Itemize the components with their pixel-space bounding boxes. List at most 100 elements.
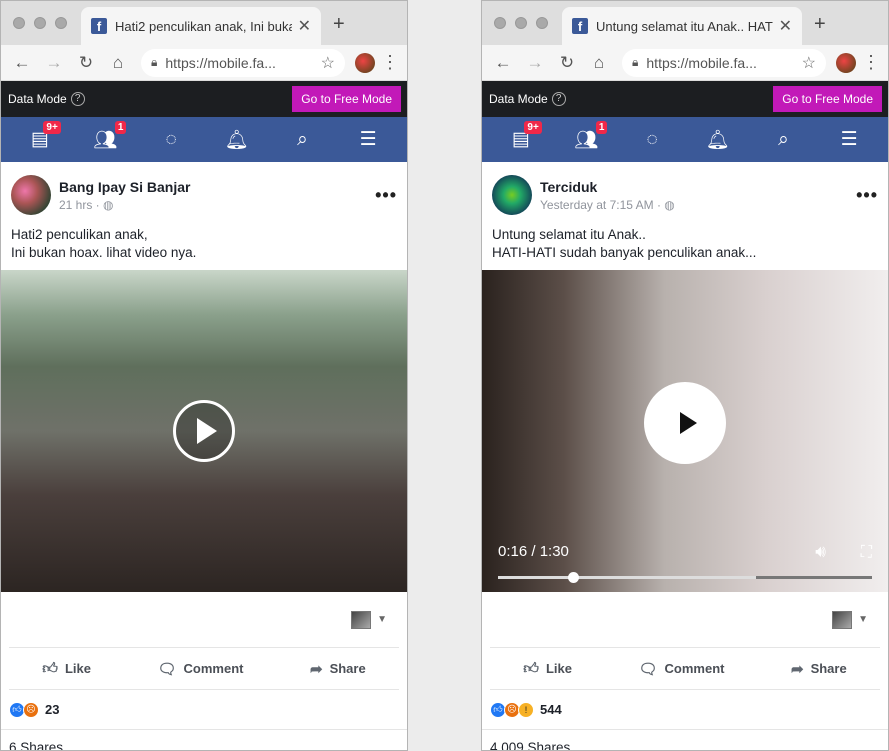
share-as-thumbnail[interactable] xyxy=(351,610,372,629)
like-label: Like xyxy=(64,661,91,676)
tab-title: Untung selamat itu Anak.. HAT xyxy=(596,18,773,34)
volume-icon[interactable]: 🔊︎ xyxy=(815,542,826,562)
browser-menu-icon[interactable]: ⋮ xyxy=(862,52,880,73)
messenger-icon[interactable]: ◌ xyxy=(637,129,667,151)
video-seekbar[interactable] xyxy=(498,572,872,583)
home-icon[interactable]: ⌂ xyxy=(586,53,612,73)
browser-tab[interactable]: f Hati2 penculikan anak, Ini buka ✕ xyxy=(81,7,321,45)
share-count[interactable]: 4,009 Shares xyxy=(482,730,888,751)
back-arrow-icon[interactable]: ← xyxy=(9,53,35,73)
post-time[interactable]: 21 hrs · ◍ xyxy=(59,198,190,212)
close-window-button[interactable] xyxy=(494,17,506,29)
angry-reaction-icon: ☹ xyxy=(23,701,39,718)
tab-bar: f Hati2 penculikan anak, Ini buka ✕ + xyxy=(1,1,407,45)
profile-avatar[interactable] xyxy=(836,52,856,73)
comment-button[interactable]: 🗨︎ Comment xyxy=(638,660,724,678)
seek-knob[interactable] xyxy=(567,572,579,583)
maximize-window-button[interactable] xyxy=(536,17,548,29)
like-button[interactable]: 👍︎ Like xyxy=(42,660,91,678)
wow-reaction-icon: ! xyxy=(518,701,534,718)
close-icon[interactable]: ✕ xyxy=(779,16,792,36)
free-mode-button[interactable]: Go to Free Mode xyxy=(773,86,882,112)
play-icon xyxy=(679,412,697,434)
video-time: 0:16 / 1:30 xyxy=(498,543,569,560)
post-time[interactable]: Yesterday at 7:15 AM · ◍ xyxy=(540,198,675,212)
bell-icon[interactable]: 🔔︎ xyxy=(222,128,252,152)
friends-icon[interactable]: 👥︎ 1 xyxy=(571,120,608,152)
browser-menu-icon[interactable]: ⋮ xyxy=(381,52,399,73)
home-icon[interactable]: ⌂ xyxy=(105,53,131,73)
reload-icon[interactable]: ↻ xyxy=(73,53,99,73)
share-button[interactable]: ➦ Share xyxy=(791,660,847,678)
video-player[interactable]: 0:16 / 1:30 🔊︎ ⛶ xyxy=(482,270,888,592)
close-window-button[interactable] xyxy=(13,17,25,29)
help-icon[interactable]: ? xyxy=(551,92,566,106)
chevron-down-icon[interactable]: ▼ xyxy=(858,614,868,625)
comment-button[interactable]: 🗨︎ Comment xyxy=(157,660,243,678)
search-icon[interactable]: ⌕ xyxy=(768,129,798,151)
video-player[interactable] xyxy=(1,270,407,592)
news-feed-icon[interactable]: ▤ 9+ xyxy=(25,121,61,151)
chevron-down-icon[interactable]: ▼ xyxy=(377,614,387,625)
author-name[interactable]: Bang Ipay Si Banjar xyxy=(59,179,190,195)
help-icon[interactable]: ? xyxy=(70,92,85,106)
reactions-row[interactable]: 👍︎ ☹ ! 544 xyxy=(482,690,888,730)
new-tab-button[interactable]: + xyxy=(333,13,345,36)
reload-icon[interactable]: ↻ xyxy=(554,53,580,73)
address-bar[interactable]: 🔒︎ https://mobile.fa... ☆ xyxy=(141,48,345,77)
play-button[interactable] xyxy=(644,382,726,464)
search-icon[interactable]: ⌕ xyxy=(287,129,317,151)
address-bar[interactable]: 🔒︎ https://mobile.fa... ☆ xyxy=(622,48,826,77)
hamburger-menu-icon[interactable]: ☰ xyxy=(834,128,864,151)
more-options-icon[interactable]: ••• xyxy=(375,185,397,206)
post-meta: Bang Ipay Si Banjar 21 hrs · ◍ xyxy=(59,179,190,212)
reaction-count: 23 xyxy=(45,702,60,717)
bell-icon[interactable]: 🔔︎ xyxy=(703,128,733,152)
comment-icon: 🗨︎ xyxy=(157,660,177,678)
post-text: Hati2 penculikan anak, Ini bukan hoax. l… xyxy=(1,218,407,270)
author-name[interactable]: Terciduk xyxy=(540,179,675,195)
share-button[interactable]: ➦ Share xyxy=(310,660,366,678)
forward-arrow-icon[interactable]: → xyxy=(522,53,548,73)
facebook-navbar: ▤ 9+ 👥︎ 1 ◌ 🔔︎ ⌕ ☰ xyxy=(1,117,407,162)
facebook-favicon-icon: f xyxy=(572,18,588,34)
profile-avatar[interactable] xyxy=(355,52,375,73)
like-button[interactable]: 👍︎ Like xyxy=(523,660,572,678)
share-as-row: ▼ xyxy=(490,592,880,648)
post-header: Bang Ipay Si Banjar 21 hrs · ◍ ••• xyxy=(1,162,407,218)
friends-icon[interactable]: 👥︎ 1 xyxy=(90,120,127,152)
more-options-icon[interactable]: ••• xyxy=(856,185,878,206)
bookmark-star-icon[interactable]: ☆ xyxy=(321,53,335,73)
new-tab-button[interactable]: + xyxy=(814,13,826,36)
comment-label: Comment xyxy=(183,661,244,676)
reactions-row[interactable]: 👍︎ ☹ 23 xyxy=(1,690,407,730)
news-feed-icon[interactable]: ▤ 9+ xyxy=(506,121,542,151)
bookmark-star-icon[interactable]: ☆ xyxy=(802,53,816,73)
hamburger-menu-icon[interactable]: ☰ xyxy=(353,128,383,151)
close-icon[interactable]: ✕ xyxy=(298,16,311,36)
comment-label: Comment xyxy=(664,661,725,676)
window-controls xyxy=(13,17,67,29)
minimize-window-button[interactable] xyxy=(515,17,527,29)
share-arrow-icon: ➦ xyxy=(790,660,804,678)
messenger-icon[interactable]: ◌ xyxy=(156,129,186,151)
maximize-window-button[interactable] xyxy=(55,17,67,29)
share-as-thumbnail[interactable] xyxy=(832,610,853,629)
free-mode-button[interactable]: Go to Free Mode xyxy=(292,86,401,112)
share-count[interactable]: 6 Shares xyxy=(1,730,407,751)
data-mode-bar: Data Mode ? Go to Free Mode xyxy=(1,81,407,117)
forward-arrow-icon[interactable]: → xyxy=(41,53,67,73)
fullscreen-icon[interactable]: ⛶ xyxy=(861,544,872,562)
browser-tab[interactable]: f Untung selamat itu Anak.. HAT ✕ xyxy=(562,7,802,45)
browser-window-right: f Untung selamat itu Anak.. HAT ✕ + ← → … xyxy=(481,0,889,751)
minimize-window-button[interactable] xyxy=(34,17,46,29)
author-avatar[interactable] xyxy=(492,175,532,215)
author-avatar[interactable] xyxy=(11,175,51,215)
browser-window-left: f Hati2 penculikan anak, Ini buka ✕ + ← … xyxy=(0,0,408,751)
data-mode-label: Data Mode xyxy=(8,92,67,106)
reaction-count: 544 xyxy=(540,702,562,717)
tab-bar: f Untung selamat itu Anak.. HAT ✕ + xyxy=(482,1,888,45)
back-arrow-icon[interactable]: ← xyxy=(490,53,516,73)
feed-badge: 9+ xyxy=(43,121,61,134)
play-button[interactable] xyxy=(173,400,235,462)
